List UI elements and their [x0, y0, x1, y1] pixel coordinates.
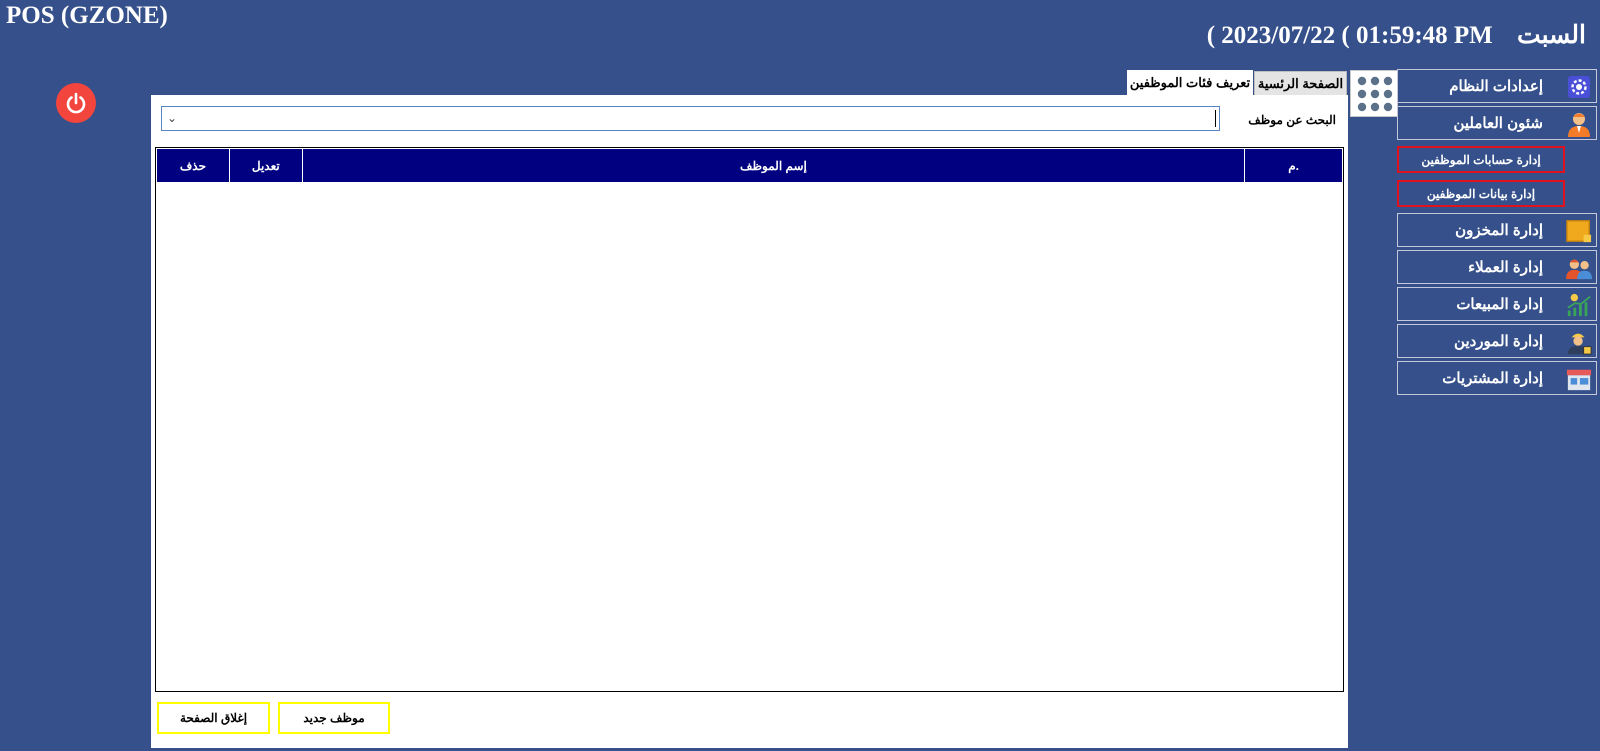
new-employee-button[interactable]: موظف جديد	[278, 702, 390, 734]
app-title: POS (GZONE)	[6, 2, 168, 29]
apps-grid-icon	[1357, 76, 1393, 112]
sidebar-item-purchases[interactable]: إدارة المشتريات	[1397, 361, 1597, 395]
sidebar-subitem-employee-accounts[interactable]: إدارة حسابات الموظفين	[1397, 146, 1565, 173]
sidebar-subitem-employee-data[interactable]: إدارة بيانات الموظفين	[1397, 180, 1565, 207]
power-icon	[66, 92, 86, 114]
power-button[interactable]	[56, 83, 96, 123]
store-icon	[1566, 366, 1592, 392]
user-icon	[1566, 111, 1592, 137]
employees-table: حذف تعديل إسم الموظف م.	[155, 147, 1344, 692]
gear-icon	[1566, 74, 1592, 100]
sidebar-item-label: إدارة المشتريات	[1442, 370, 1543, 387]
sales-chart-icon	[1566, 292, 1592, 318]
search-label: البحث عن موظف	[1248, 113, 1336, 127]
column-index[interactable]: م.	[1245, 149, 1342, 182]
sidebar-item-personnel[interactable]: شئون العاملين	[1397, 106, 1597, 140]
supplier-icon	[1566, 329, 1592, 355]
main-panel: البحث عن موظف ⌄ حذف تعديل إسم الموظف م. …	[151, 95, 1348, 748]
sidebar-item-inventory[interactable]: إدارة المخزون	[1397, 213, 1597, 247]
apps-grid-button[interactable]	[1350, 70, 1398, 117]
day-name: السبت	[1517, 22, 1586, 49]
box-icon	[1566, 218, 1592, 244]
employee-search-select[interactable]: ⌄	[161, 106, 1220, 131]
sidebar-item-label: شئون العاملين	[1453, 115, 1543, 132]
sidebar-item-label: إدارة العملاء	[1468, 259, 1543, 276]
sidebar-item-label: إدارة المبيعات	[1456, 296, 1543, 313]
sidebar-item-sales[interactable]: إدارة المبيعات	[1397, 287, 1597, 321]
sidebar-item-customers[interactable]: إدارة العملاء	[1397, 250, 1597, 284]
tab-employee-categories[interactable]: تعريف فئات الموظفين	[1127, 70, 1253, 95]
tab-home[interactable]: الصفحة الرئسية	[1254, 71, 1347, 95]
column-employee-name[interactable]: إسم الموظف	[303, 149, 1246, 182]
column-edit[interactable]: تعديل	[230, 149, 303, 182]
chevron-down-icon: ⌄	[167, 111, 178, 125]
sidebar-item-label: إدارة المخزون	[1455, 222, 1543, 239]
datetime-value: ( 2023/07/22 ( 01:59:48 PM	[1206, 22, 1493, 49]
datetime-display: ( 2023/07/22 ( 01:59:48 PM السبت	[1207, 20, 1586, 50]
sidebar-item-system-settings[interactable]: إعدادات النظام	[1397, 69, 1597, 103]
table-header: حذف تعديل إسم الموظف م.	[157, 149, 1342, 182]
column-delete[interactable]: حذف	[157, 149, 230, 182]
sidebar-item-label: إدارة الموردين	[1454, 333, 1543, 350]
text-caret	[1215, 110, 1216, 127]
close-page-button[interactable]: إغلاق الصفحة	[157, 702, 270, 734]
sidebar-item-label: إعدادات النظام	[1449, 78, 1543, 95]
sidebar-item-suppliers[interactable]: إدارة الموردين	[1397, 324, 1597, 358]
customers-icon	[1566, 255, 1592, 281]
